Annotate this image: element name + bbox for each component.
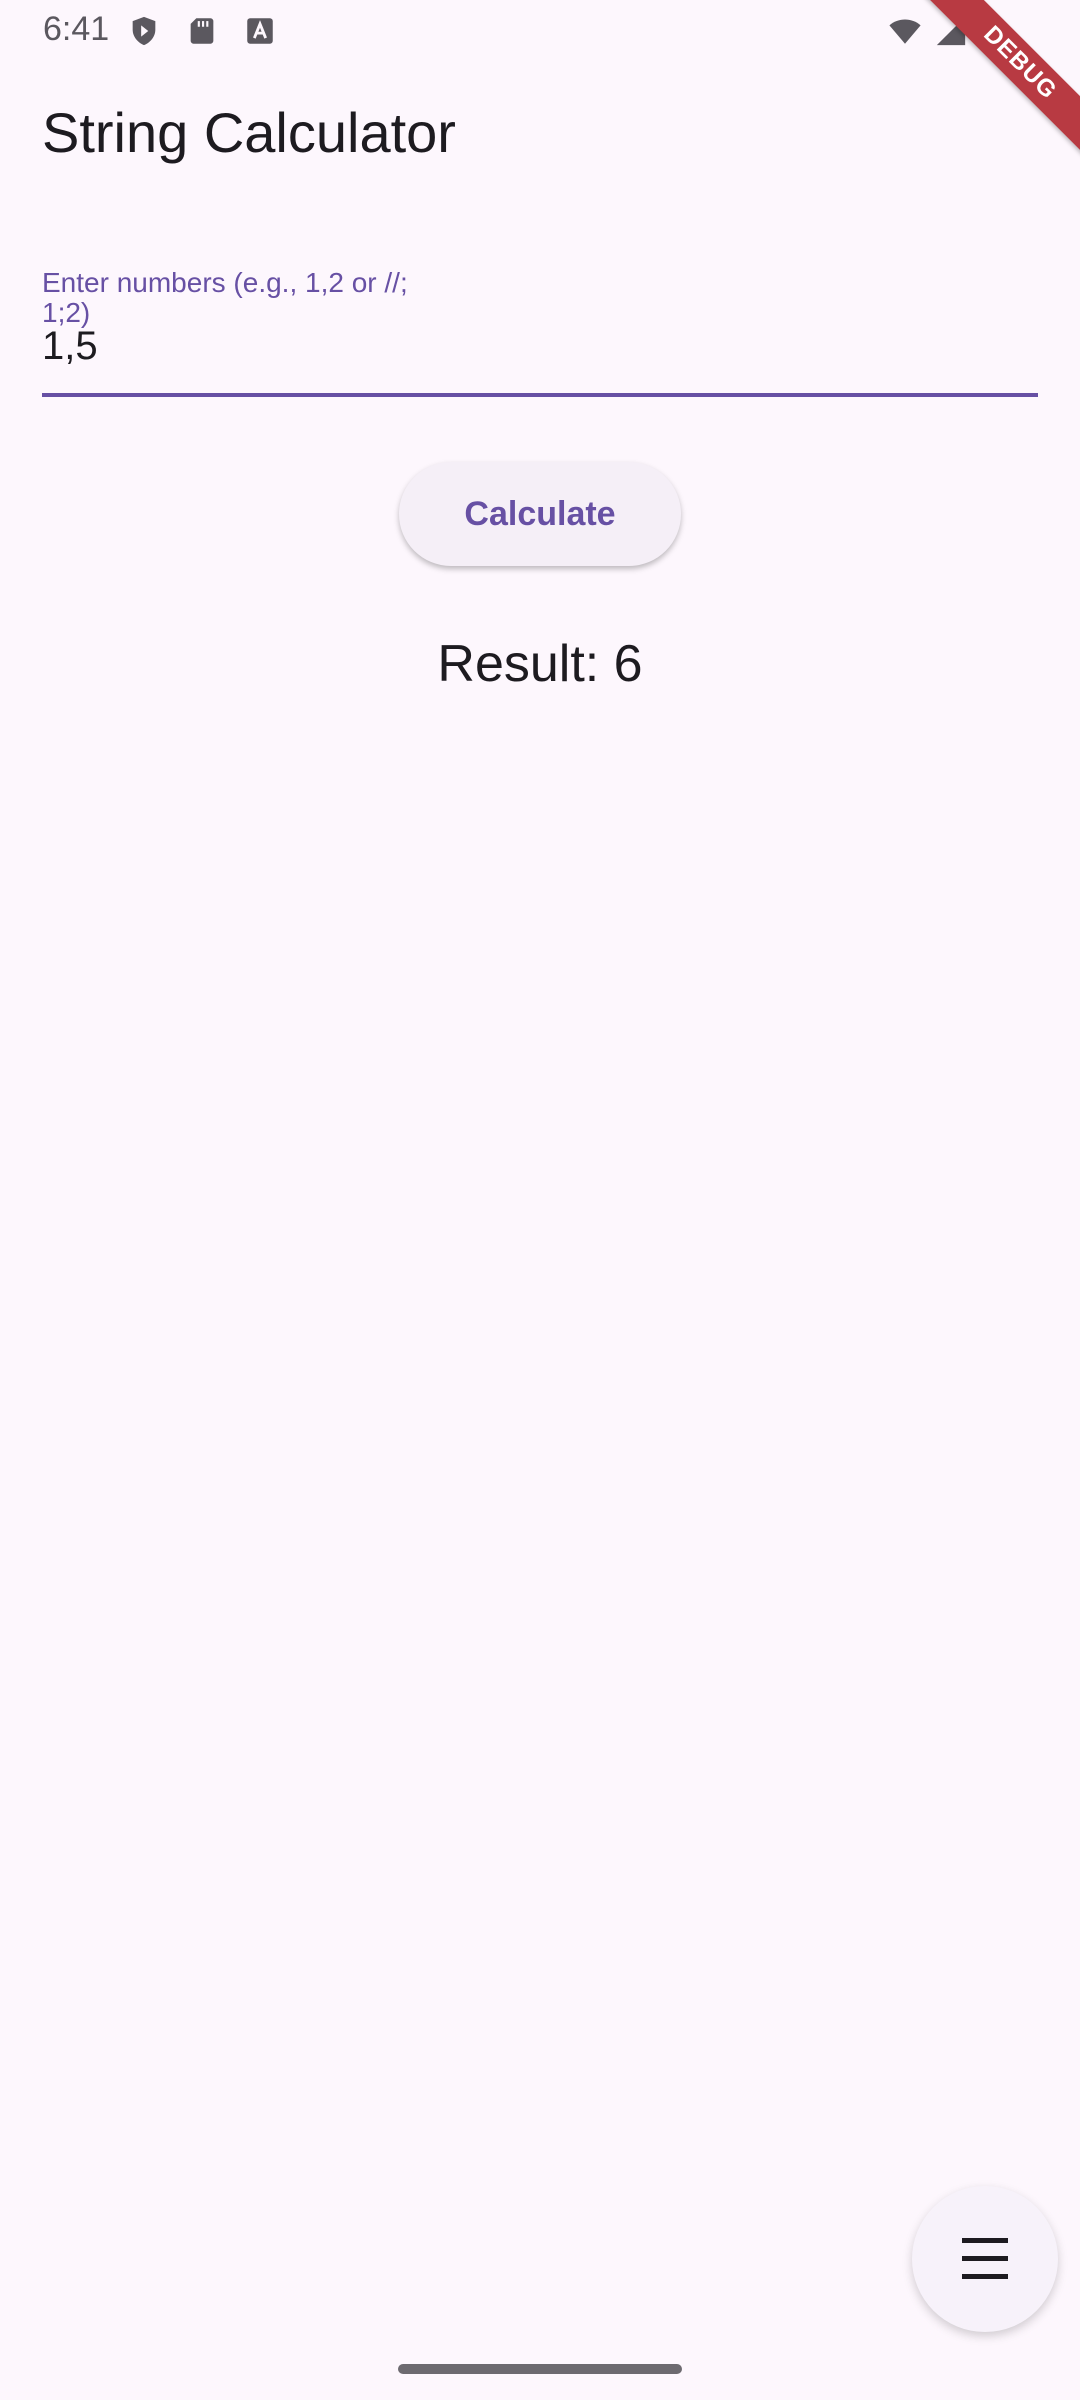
wifi-icon — [889, 19, 921, 44]
menu-fab[interactable] — [912, 2186, 1058, 2332]
input-underline — [42, 393, 1038, 397]
calculate-button[interactable]: Calculate — [399, 462, 681, 566]
shield-play-icon — [132, 16, 156, 46]
status-bar: 6:41 — [0, 0, 1080, 64]
app-title: String Calculator — [42, 101, 456, 164]
result-text: Result: 6 — [437, 635, 643, 693]
menu-icon — [962, 2238, 1008, 2279]
numbers-input[interactable] — [42, 316, 1038, 376]
cellular-signal-icon — [936, 16, 966, 46]
sd-card-icon — [190, 18, 214, 44]
status-time: 6:41 — [43, 10, 110, 48]
home-indicator[interactable] — [398, 2364, 682, 2374]
numbers-input-field[interactable]: Enter numbers (e.g., 1,2 or //; 1;2) — [42, 268, 1038, 398]
battery-icon — [986, 15, 1004, 47]
font-a-icon — [247, 18, 273, 44]
